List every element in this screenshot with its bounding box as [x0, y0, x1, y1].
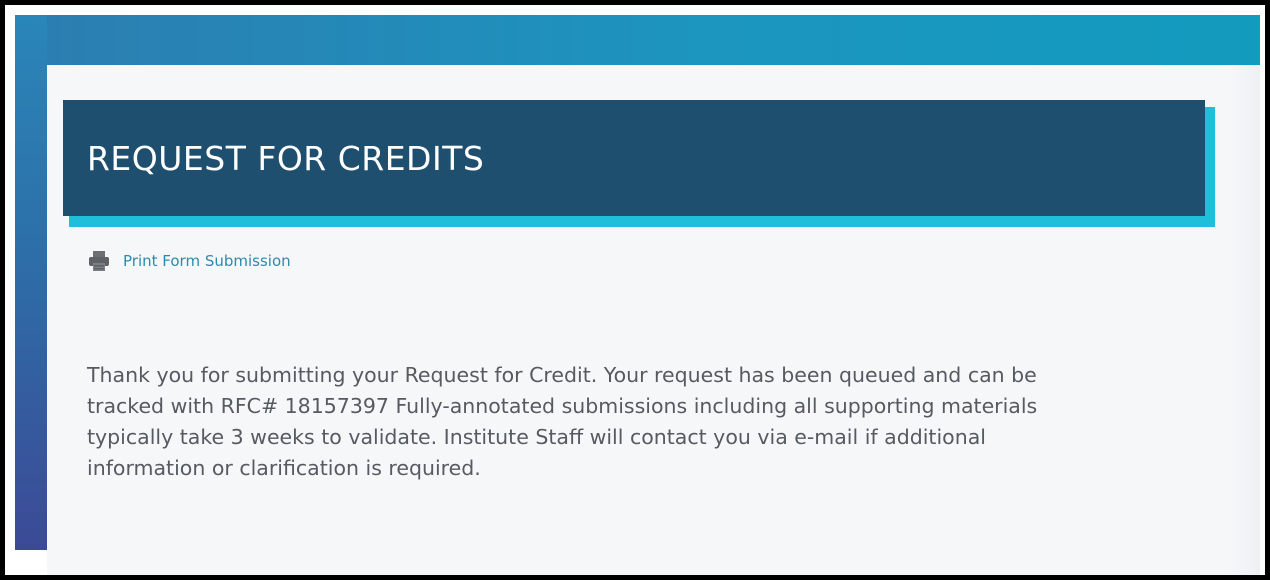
printer-icon[interactable] [87, 249, 111, 273]
print-submission-row[interactable]: Print Form Submission [87, 249, 291, 273]
top-banner [15, 15, 1260, 65]
panel-shade [1230, 65, 1260, 575]
confirmation-message: Thank you for submitting your Request fo… [87, 360, 1167, 484]
left-sidebar-band [15, 15, 47, 550]
print-form-submission-link[interactable]: Print Form Submission [123, 252, 291, 270]
page-title: REQUEST FOR CREDITS [87, 138, 485, 178]
screenshot-frame: REQUEST FOR CREDITS Print Form Submissio… [5, 5, 1265, 575]
message-line: Thank you for submitting your Request fo… [87, 363, 1037, 387]
message-line: typically take 3 weeks to validate. Inst… [87, 425, 986, 449]
message-line: tracked with RFC# 18157397 Fully-annotat… [87, 394, 1038, 418]
message-line: information or clarification is required… [87, 456, 481, 480]
form-header: REQUEST FOR CREDITS [63, 100, 1205, 216]
